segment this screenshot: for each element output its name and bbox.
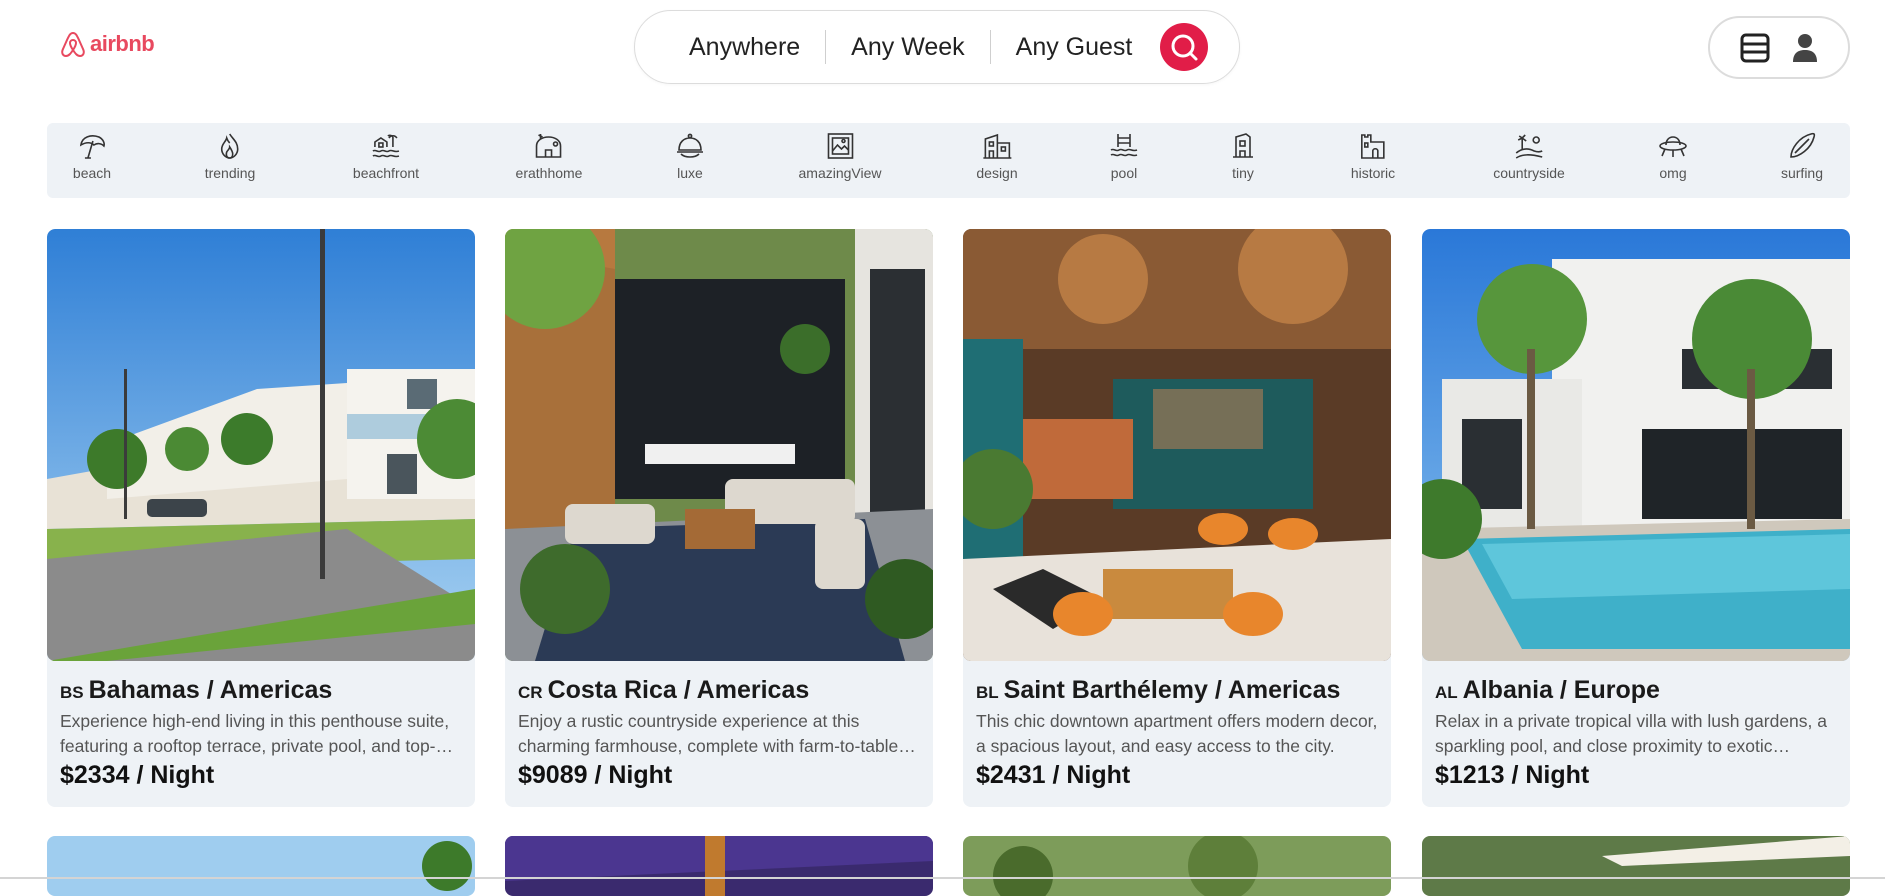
menu-icon — [1740, 33, 1770, 62]
category-label: design — [976, 165, 1018, 181]
listing-image — [1422, 836, 1850, 896]
category-label: historic — [1350, 165, 1396, 181]
pool-villa-photo — [1422, 229, 1850, 661]
airbnb-logo-icon — [61, 31, 85, 58]
category-trending[interactable]: trending — [204, 131, 256, 181]
listing-image[interactable] — [963, 229, 1391, 661]
listing-description: Enjoy a rustic countryside experience at… — [518, 711, 899, 756]
listing-image — [963, 836, 1391, 896]
category-countryside[interactable]: countryside — [1493, 131, 1565, 181]
luxe-icon — [677, 133, 703, 158]
category-beachfront[interactable]: beachfront — [353, 131, 419, 181]
listing-description: Relax in a private tropical villa with l… — [1435, 711, 1827, 756]
category-amazingview[interactable]: amazingView — [798, 131, 882, 181]
listing-price: $1213 / Night — [1435, 761, 1590, 789]
country-code: BL — [976, 683, 999, 702]
category-label: luxe — [677, 165, 703, 181]
listing-card[interactable] — [963, 836, 1391, 896]
listing-card[interactable]: CR Costa Rica / Americas Enjoy a rustic c… — [505, 229, 933, 807]
airbnb-logo[interactable]: airbnb — [60, 30, 155, 58]
listing-location: Albania / Europe — [1462, 676, 1660, 704]
category-luxe[interactable]: luxe — [675, 131, 705, 181]
category-label: countryside — [1493, 165, 1565, 181]
listing-location: Costa Rica / Americas — [547, 676, 810, 704]
category-label: amazingView — [798, 165, 882, 181]
pool-icon — [1110, 134, 1138, 157]
listing-image — [47, 836, 475, 896]
user-avatar-icon — [1793, 33, 1817, 62]
listing-title: AL Albania / Europe — [1435, 676, 1660, 705]
category-design[interactable]: design — [976, 131, 1018, 181]
listing-image[interactable] — [1422, 229, 1850, 661]
historic-castle-icon — [1361, 134, 1385, 159]
category-bar: beach trending beachfront erathhome luxe — [47, 123, 1850, 198]
category-label: omg — [1659, 165, 1687, 181]
beachfront-icon — [372, 134, 400, 158]
restaurant-interior-photo — [963, 229, 1391, 661]
user-menu-button[interactable] — [1708, 16, 1850, 79]
listing-location: Bahamas / Americas — [88, 676, 333, 704]
country-code: BS — [60, 683, 84, 702]
listing-card[interactable]: BS Bahamas / Americas Experience high-end… — [47, 229, 475, 807]
category-beach[interactable]: beach — [73, 131, 111, 181]
category-label: surfing — [1780, 165, 1824, 181]
tiny-home-icon — [1233, 133, 1253, 158]
category-label: tiny — [1232, 165, 1254, 181]
listing-location: Saint Barthélemy / Americas — [1003, 676, 1341, 704]
listing-title: BL Saint Barthélemy / Americas — [976, 676, 1340, 705]
listing-description: Experience high-end living in this penth… — [60, 711, 450, 756]
listing-price: $2431 / Night — [976, 761, 1131, 789]
category-omg[interactable]: omg — [1658, 131, 1688, 181]
listing-title: BS Bahamas / Americas — [60, 676, 332, 705]
search-any-guest[interactable]: Any Guest — [991, 33, 1158, 62]
logo-text: airbnb — [90, 31, 155, 56]
category-label: beach — [72, 165, 112, 181]
category-label: erathhome — [515, 165, 583, 181]
search-any-week[interactable]: Any Week — [826, 33, 989, 62]
category-historic[interactable]: historic — [1351, 131, 1395, 181]
category-tiny[interactable]: tiny — [1228, 131, 1258, 181]
listing-image — [505, 836, 933, 896]
listing-title: CR Costa Rica / Americas — [518, 676, 809, 705]
category-erathhome[interactable]: erathhome — [515, 131, 583, 181]
search-button[interactable] — [1160, 23, 1208, 71]
listing-card[interactable] — [47, 836, 475, 896]
category-surfing[interactable]: surfing — [1781, 131, 1823, 181]
flame-icon — [221, 133, 239, 159]
country-code: AL — [1435, 683, 1458, 702]
listing-image[interactable] — [47, 229, 475, 661]
search-anywhere[interactable]: Anywhere — [689, 33, 825, 62]
country-code: CR — [518, 683, 543, 702]
category-label: trending — [204, 165, 256, 181]
street-townhouses-photo — [47, 229, 475, 661]
countryside-icon — [1515, 134, 1543, 159]
ufo-icon — [1659, 136, 1687, 157]
header: airbnb Anywhere Any Week Any Guest — [0, 0, 1885, 96]
search-bar[interactable]: Anywhere Any Week Any Guest — [634, 10, 1240, 84]
patio-lounge-photo — [505, 229, 933, 661]
listing-price: $2334 / Night — [60, 761, 215, 789]
category-label: pool — [1110, 165, 1138, 181]
listing-card[interactable] — [1422, 836, 1850, 896]
listing-description: This chic downtown apartment offers mode… — [976, 711, 1378, 756]
design-building-icon — [982, 133, 1011, 159]
listing-card[interactable] — [505, 836, 933, 896]
surfboard-icon — [1790, 132, 1816, 158]
category-label: beachfront — [352, 165, 420, 181]
listing-price: $9089 / Night — [518, 761, 673, 789]
earth-home-icon — [536, 134, 562, 158]
beach-umbrella-icon — [80, 135, 106, 159]
picture-frame-icon — [827, 133, 853, 159]
listing-image[interactable] — [505, 229, 933, 661]
listing-card[interactable]: AL Albania / Europe Relax in a private tr… — [1422, 229, 1850, 807]
category-pool[interactable]: pool — [1109, 131, 1139, 181]
listing-card[interactable]: BL Saint Barthélemy / Americas This chic … — [963, 229, 1391, 807]
search-icon — [1171, 34, 1198, 61]
